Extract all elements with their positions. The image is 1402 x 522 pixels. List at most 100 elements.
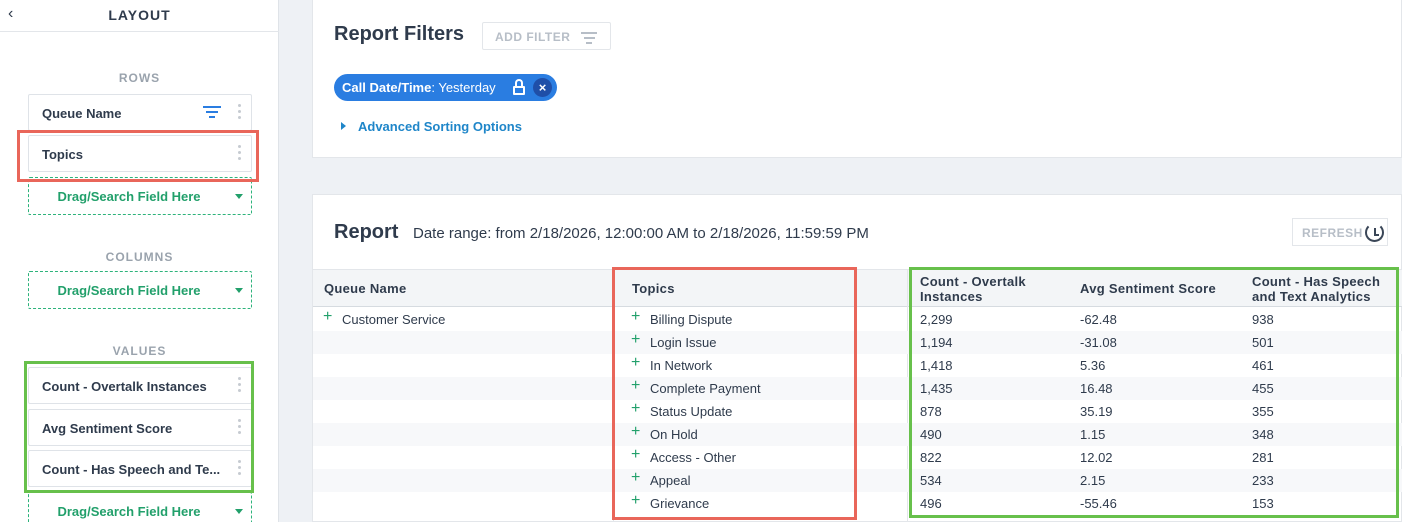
- expand-plus-icon[interactable]: +: [631, 424, 640, 440]
- topic-cell: In Network: [650, 358, 713, 373]
- speech-cell: 348: [1252, 427, 1274, 442]
- sentiment-cell: -31.08: [1080, 335, 1117, 350]
- overtalk-cell: 1,418: [920, 358, 953, 373]
- table-row: + On Hold 490 1.15 348: [313, 423, 1402, 446]
- layout-sidebar: ‹ LAYOUT ROWS Queue Name Topics Drag/Sea…: [0, 0, 279, 522]
- topic-cell: Access - Other: [650, 450, 736, 465]
- column-header-topics[interactable]: Topics: [632, 281, 675, 296]
- speech-cell: 501: [1252, 335, 1274, 350]
- row-field-queue-name[interactable]: Queue Name: [28, 94, 252, 131]
- close-icon[interactable]: ×: [533, 78, 552, 97]
- caret-down-icon[interactable]: [235, 509, 243, 514]
- topic-cell: Complete Payment: [650, 381, 761, 396]
- filter-chip-call-date[interactable]: Call Date/Time: Yesterday ×: [334, 74, 557, 101]
- sentiment-cell: 5.36: [1080, 358, 1106, 373]
- table-row: + Grievance 496 -55.46 153: [313, 492, 1402, 515]
- advanced-sorting-label: Advanced Sorting Options: [358, 119, 522, 134]
- filter-chip-text: Call Date/Time: Yesterday: [342, 80, 496, 95]
- values-dropzone[interactable]: Drag/Search Field Here: [28, 492, 252, 522]
- sentiment-cell: -62.48: [1080, 312, 1117, 327]
- table-row: + Appeal 534 2.15 233: [313, 469, 1402, 492]
- value-field-label: Count - Overtalk Instances: [42, 379, 207, 394]
- filter-icon: [581, 32, 597, 47]
- overtalk-cell: 878: [920, 404, 942, 419]
- report-panel: Report Date range: from 2/18/2026, 12:00…: [312, 194, 1402, 522]
- value-field-sentiment[interactable]: Avg Sentiment Score: [28, 409, 252, 446]
- topic-cell: Appeal: [650, 473, 691, 488]
- sentiment-cell: 2.15: [1080, 473, 1106, 488]
- topic-cell: Grievance: [650, 496, 710, 511]
- topic-cell: On Hold: [650, 427, 698, 442]
- speech-cell: 233: [1252, 473, 1274, 488]
- add-filter-label: ADD FILTER: [495, 30, 571, 44]
- column-header-queue-name[interactable]: Queue Name: [324, 281, 406, 296]
- expand-plus-icon[interactable]: +: [631, 309, 640, 325]
- dropzone-label: Drag/Search Field Here: [57, 283, 201, 298]
- overtalk-cell: 1,194: [920, 335, 953, 350]
- caret-right-icon: [341, 122, 346, 130]
- report-title: Report: [334, 221, 399, 243]
- table-row: + Complete Payment 1,435 16.48 455: [313, 377, 1402, 400]
- sentiment-cell: 16.48: [1080, 381, 1113, 396]
- caret-down-icon[interactable]: [235, 288, 243, 293]
- table-row: + Customer Service + Billing Dispute 2,2…: [313, 308, 1402, 331]
- expand-plus-icon[interactable]: +: [631, 493, 640, 509]
- expand-plus-icon[interactable]: +: [631, 355, 640, 371]
- value-field-label: Count - Has Speech and Te...: [42, 462, 221, 477]
- overtalk-cell: 496: [920, 496, 942, 511]
- expand-plus-icon[interactable]: +: [631, 447, 640, 463]
- columns-label: COLUMNS: [105, 250, 174, 264]
- overtalk-cell: 534: [920, 473, 942, 488]
- speech-cell: 461: [1252, 358, 1274, 373]
- drag-handle-icon[interactable]: [238, 460, 241, 478]
- sidebar-title: LAYOUT: [108, 7, 171, 23]
- sentiment-cell: 12.02: [1080, 450, 1113, 465]
- filter-icon[interactable]: [203, 106, 221, 120]
- value-field-speech[interactable]: Count - Has Speech and Te...: [28, 450, 252, 487]
- row-field-label: Topics: [42, 147, 83, 162]
- refresh-icon: [1365, 223, 1384, 242]
- refresh-button[interactable]: REFRESH: [1292, 218, 1388, 246]
- value-field-overtalk[interactable]: Count - Overtalk Instances: [28, 367, 252, 404]
- advanced-sorting-toggle[interactable]: Advanced Sorting Options: [341, 119, 522, 134]
- sentiment-cell: -55.46: [1080, 496, 1117, 511]
- caret-down-icon[interactable]: [235, 194, 243, 199]
- drag-handle-icon[interactable]: [238, 419, 241, 437]
- lock-icon[interactable]: [512, 79, 526, 95]
- drag-handle-icon[interactable]: [238, 104, 241, 122]
- overtalk-cell: 1,435: [920, 381, 953, 396]
- topic-cell: Status Update: [650, 404, 733, 419]
- expand-plus-icon[interactable]: +: [323, 309, 332, 325]
- report-filters-title: Report Filters: [334, 23, 465, 45]
- sentiment-cell: 35.19: [1080, 404, 1113, 419]
- rows-label: ROWS: [118, 71, 161, 85]
- expand-plus-icon[interactable]: +: [631, 401, 640, 417]
- speech-cell: 153: [1252, 496, 1274, 511]
- table-header: Queue Name Topics Count - Overtalk Insta…: [313, 269, 1402, 307]
- row-field-label: Queue Name: [42, 106, 122, 121]
- expand-plus-icon[interactable]: +: [631, 378, 640, 394]
- date-range: Date range: from 2/18/2026, 12:00:00 AM …: [413, 225, 869, 242]
- drag-handle-icon[interactable]: [238, 145, 241, 163]
- topic-cell: Login Issue: [650, 335, 717, 350]
- overtalk-cell: 2,299: [920, 312, 953, 327]
- table-row: + In Network 1,418 5.36 461: [313, 354, 1402, 377]
- add-filter-button[interactable]: ADD FILTER: [482, 22, 611, 50]
- expand-plus-icon[interactable]: +: [631, 332, 640, 348]
- value-field-label: Avg Sentiment Score: [42, 421, 173, 436]
- refresh-label: REFRESH: [1302, 226, 1363, 240]
- columns-dropzone[interactable]: Drag/Search Field Here: [28, 271, 252, 309]
- column-header-overtalk[interactable]: Count - Overtalk Instances: [920, 274, 1026, 304]
- sentiment-cell: 1.15: [1080, 427, 1106, 442]
- row-field-topics[interactable]: Topics: [28, 135, 252, 172]
- column-header-sentiment[interactable]: Avg Sentiment Score: [1080, 281, 1216, 296]
- report-filters-panel: Report Filters ADD FILTER Call Date/Time…: [312, 0, 1402, 158]
- drag-handle-icon[interactable]: [238, 377, 241, 395]
- column-header-speech[interactable]: Count - Has Speech and Text Analytics: [1252, 274, 1380, 304]
- queue-name-cell: Customer Service: [342, 312, 446, 327]
- filter-chip-field: Call Date/Time: [342, 80, 432, 95]
- table-row: + Access - Other 822 12.02 281: [313, 446, 1402, 469]
- expand-plus-icon[interactable]: +: [631, 470, 640, 486]
- dropzone-label: Drag/Search Field Here: [57, 504, 201, 519]
- rows-dropzone[interactable]: Drag/Search Field Here: [28, 177, 252, 215]
